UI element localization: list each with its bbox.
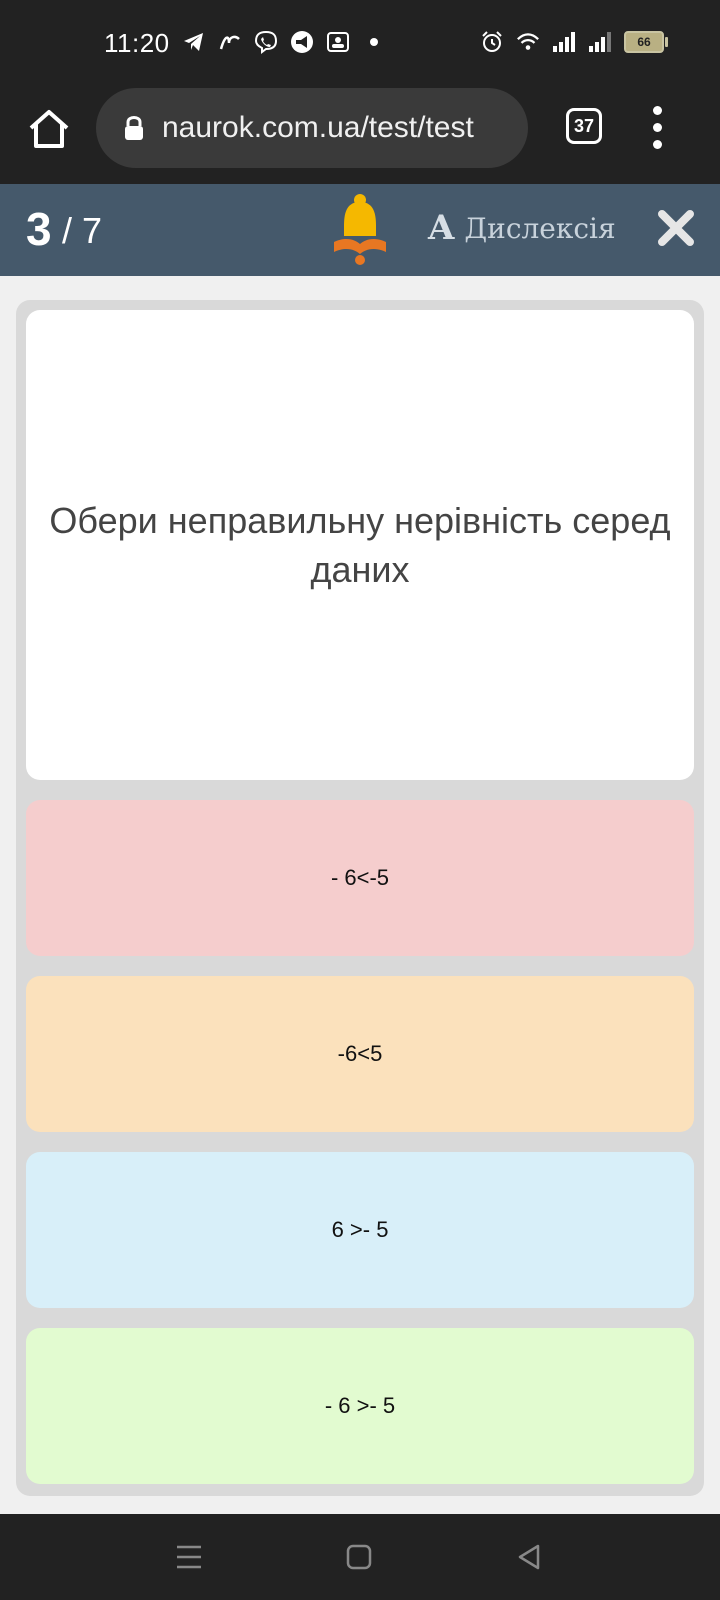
back-nav-button[interactable]	[514, 1542, 544, 1572]
menu-dot-icon	[652, 106, 662, 115]
status-bar: 11:20 66	[0, 0, 720, 88]
clock: 11:20	[104, 28, 170, 58]
bell-book-icon[interactable]	[330, 192, 390, 270]
menu-lines-icon	[177, 1545, 201, 1569]
messenger-icon	[218, 30, 242, 54]
address-bar[interactable]: naurok.com.ua/test/test	[96, 88, 528, 168]
close-icon	[658, 210, 694, 246]
group-chat-icon	[326, 30, 350, 54]
answer-option-label: - 6 >- 5	[324, 1393, 396, 1418]
quiz-card: Обери неправильну нерівність серед даних…	[16, 300, 704, 1496]
home-icon	[29, 110, 69, 148]
telegram-icon	[182, 30, 206, 54]
signal-icon	[552, 30, 576, 54]
answer-option-1[interactable]: - 6<-5	[26, 800, 694, 956]
quiz-header: 3 / 7 A Дислексія	[0, 184, 720, 276]
back-triangle-icon	[518, 1544, 540, 1570]
alarm-icon	[480, 30, 504, 54]
more-menu-button[interactable]	[650, 106, 664, 152]
answer-option-4[interactable]: - 6 >- 5	[26, 1328, 694, 1484]
answer-option-label: 6 >- 5	[331, 1217, 389, 1242]
wifi-icon	[516, 30, 540, 54]
home-button[interactable]	[26, 106, 72, 152]
dyslexia-glyph: A	[428, 208, 455, 248]
answer-option-3[interactable]: 6 >- 5	[26, 1152, 694, 1308]
close-button[interactable]	[656, 208, 696, 248]
browser-toolbar: naurok.com.ua/test/test 37	[0, 88, 720, 184]
tab-switcher-button[interactable]: 37	[566, 108, 602, 144]
question-panel: Обери неправильну нерівність серед даних	[26, 310, 694, 780]
question-text: Обери неправильну нерівність серед даних	[49, 500, 671, 590]
answer-option-label: -6<5	[337, 1041, 383, 1066]
menu-dot-icon	[652, 140, 662, 149]
battery-indicator: 66	[624, 31, 668, 53]
recent-apps-button[interactable]	[174, 1542, 204, 1572]
total-questions: / 7	[62, 210, 103, 251]
home-nav-button[interactable]	[344, 1542, 374, 1572]
megaphone-icon	[290, 30, 314, 54]
signal-icon	[588, 30, 612, 54]
url-text: naurok.com.ua/test/test	[162, 111, 474, 144]
dot-icon	[362, 30, 386, 54]
dyslexia-label: Дислексія	[464, 211, 616, 245]
square-icon	[346, 1544, 372, 1570]
notification-icons	[182, 30, 386, 54]
system-icons: 66	[480, 30, 668, 54]
dyslexia-toggle[interactable]: A Дислексія	[428, 208, 616, 248]
system-navigation-bar	[0, 1514, 720, 1600]
current-question-number: 3	[26, 203, 52, 255]
answer-option-2[interactable]: -6<5	[26, 976, 694, 1132]
lock-icon	[125, 116, 143, 140]
menu-dot-icon	[652, 123, 662, 132]
answer-option-label: - 6<-5	[330, 865, 390, 890]
viber-icon	[254, 30, 278, 54]
